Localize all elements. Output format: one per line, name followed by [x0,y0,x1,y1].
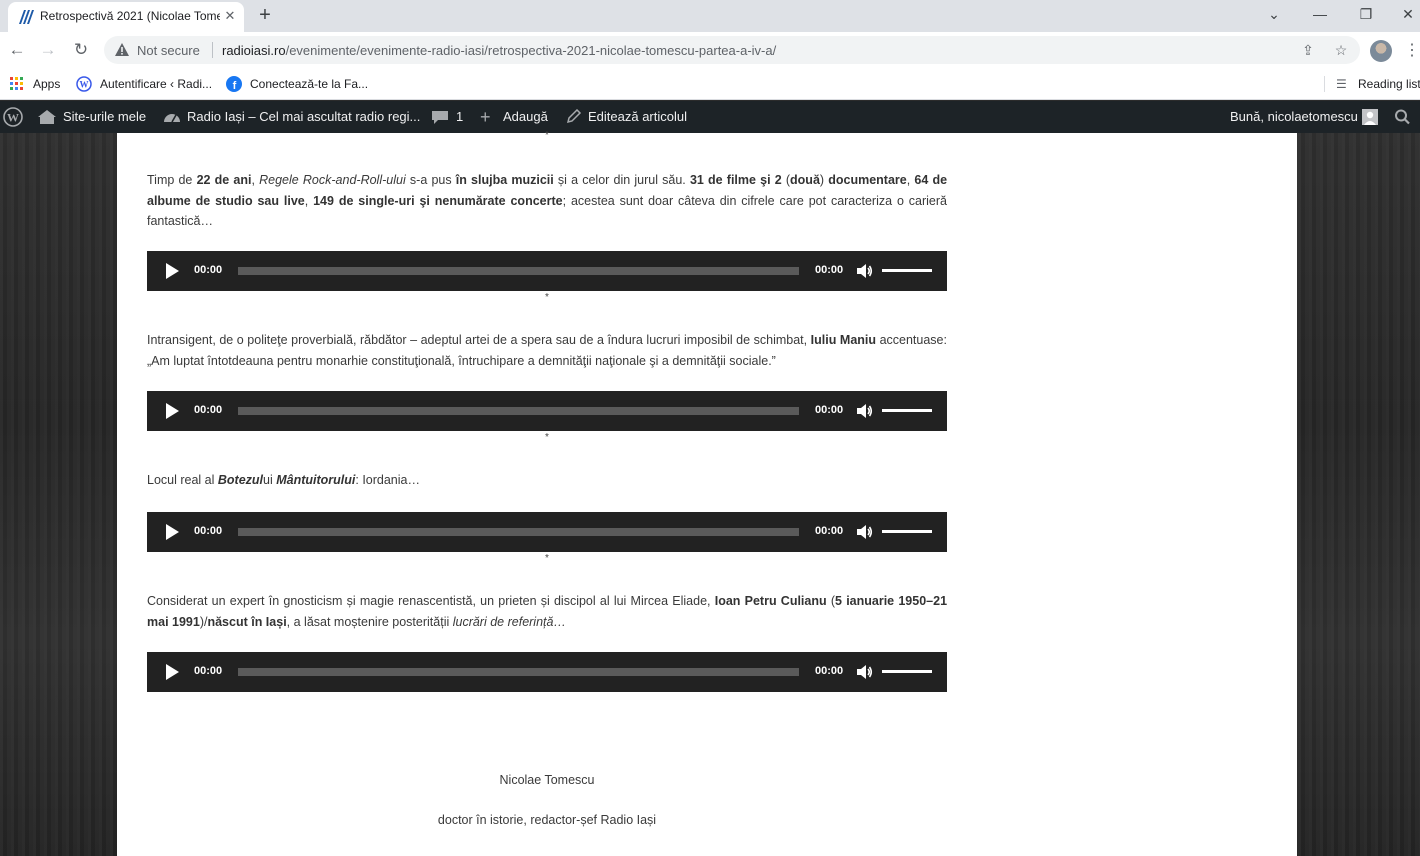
duration: 00:00 [815,665,844,677]
separator: * [545,292,549,303]
volume-slider[interactable] [882,409,932,412]
bookmark-wp-login[interactable]: Autentificare ‹ Radi... [100,75,212,93]
bookmarks-bar: Apps W Autentificare ‹ Radi... f Conecte… [0,68,1420,100]
plus-icon: + [480,107,491,127]
back-button[interactable]: ← [6,39,28,61]
author-name: Nicolae Tomescu [499,773,595,787]
security-label[interactable]: Not secure [137,43,200,58]
dashboard-icon [164,114,180,123]
profile-avatar[interactable] [1370,40,1392,62]
author-role: doctor în istorie, redactor-șef Radio Ia… [437,813,657,827]
progress-track[interactable] [238,668,799,676]
duration: 00:00 [815,525,844,537]
progress-track[interactable] [238,407,799,415]
volume-icon[interactable] [855,663,873,681]
audio-player: 00:00 00:00 [147,652,947,692]
bookmark-star-icon[interactable]: ☆ [1332,41,1350,59]
volume-icon[interactable] [855,402,873,420]
browser-toolbar: ← → ↻ Not secure radioiasi.ro/evenimente… [0,32,1420,68]
address-bar[interactable]: Not secure radioiasi.ro/evenimente/eveni… [104,36,1360,64]
forward-button[interactable]: → [37,39,59,61]
url-text[interactable]: radioiasi.ro/evenimente/evenimente-radio… [222,43,776,58]
bookmark-apps[interactable]: Apps [33,75,60,93]
facebook-icon: f [226,76,242,92]
volume-icon[interactable] [855,523,873,541]
wp-admin-bar: W Site-urile mele Radio Iași – Cel mai a… [0,101,1420,133]
volume-slider[interactable] [882,269,932,272]
volume-slider[interactable] [882,670,932,673]
apps-grid-icon [10,77,23,90]
wordpress-icon: W [76,76,92,92]
reload-button[interactable]: ↻ [70,39,92,61]
my-sites-icon [38,110,56,124]
bookmarks-divider [1324,76,1325,92]
url-host: radioiasi.ro [222,43,286,58]
separator: * [545,553,549,564]
reading-list-button[interactable]: ☰ Reading list [1336,75,1420,93]
tab-search-icon[interactable]: ⌄ [1262,4,1286,24]
play-icon[interactable] [166,524,179,540]
tab-strip: Retrospectivă 2021 (Nicolae Tomescu) ✕ +… [0,0,1420,32]
duration: 00:00 [815,264,844,276]
menu-kebab-icon[interactable]: ⋮ [1404,40,1420,62]
play-icon[interactable] [166,263,179,279]
svg-text:W: W [80,80,89,90]
reading-list-icon: ☰ [1336,77,1347,91]
audio-player: 00:00 00:00 [147,251,947,291]
separator: * [545,130,549,141]
progress-track[interactable] [238,528,799,536]
duration: 00:00 [815,404,844,416]
current-time: 00:00 [194,404,223,416]
reading-list-label: Reading list [1358,77,1420,91]
tab-title: Retrospectivă 2021 (Nicolae Tomescu) [40,9,220,23]
adminbar-edit-post[interactable]: Editează articolul [588,101,687,133]
share-icon[interactable]: ⇪ [1299,41,1317,59]
svg-text:f: f [233,80,237,92]
current-time: 00:00 [194,264,223,276]
adminbar-comments-count[interactable]: 1 [456,101,463,133]
audio-player: 00:00 00:00 [147,391,947,431]
volume-icon[interactable] [855,262,873,280]
paragraph-culianu: Considerat un expert în gnosticism și ma… [147,594,948,629]
audio-player: 00:00 00:00 [147,512,947,552]
close-window-button[interactable]: ✕ [1396,4,1420,24]
omnibox-divider [212,42,213,58]
article-content: * Timp de 22 de ani, Regele Rock-and-Rol… [117,130,1297,856]
svg-text:W: W [7,111,19,125]
user-silhouette-icon [1364,111,1376,125]
play-icon[interactable] [166,664,179,680]
adminbar-add-new[interactable]: Adaugă [503,101,548,133]
tab-close-icon[interactable]: ✕ [222,8,238,24]
adminbar-my-sites[interactable]: Site-urile mele [63,101,146,133]
current-time: 00:00 [194,665,223,677]
comments-icon [432,111,448,124]
edit-pencil-icon [566,109,582,124]
progress-track[interactable] [238,267,799,275]
volume-slider[interactable] [882,530,932,533]
paragraph-botez: Locul real al Botezului Mântuitorului: I… [147,473,420,487]
play-icon[interactable] [166,403,179,419]
current-time: 00:00 [194,525,223,537]
search-icon[interactable] [1394,109,1412,125]
adminbar-site-name[interactable]: Radio Iași – Cel mai ascultat radio regi… [187,101,420,133]
new-tab-button[interactable]: + [254,4,276,26]
bookmark-facebook[interactable]: Conectează-te la Fa... [250,75,368,93]
user-avatar[interactable] [1362,109,1378,125]
warning-icon [115,43,129,56]
adminbar-greeting[interactable]: Bună, nicolaetomescu [1230,101,1358,133]
restore-button[interactable]: ❐ [1354,4,1378,24]
separator: * [545,432,549,443]
wordpress-logo-icon[interactable]: W [3,107,23,127]
browser-tab[interactable]: Retrospectivă 2021 (Nicolae Tomescu) ✕ [8,2,244,32]
url-path: /evenimente/evenimente-radio-iasi/retros… [285,43,777,58]
paragraph-elvis: Timp de 22 de ani, Regele Rock-and-Roll-… [147,173,948,228]
radio-iasi-favicon-icon [19,10,34,24]
paragraph-maniu: Intransigent, de o politeţe proverbială,… [147,333,947,368]
minimize-button[interactable]: — [1308,4,1332,24]
